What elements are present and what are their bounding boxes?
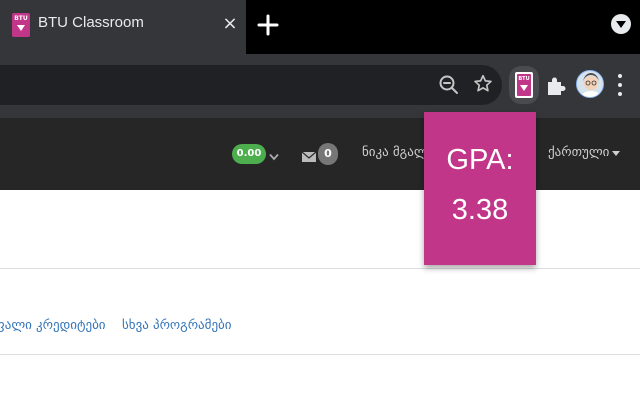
content-divider <box>0 354 640 355</box>
btu-extension-icon[interactable]: BTU <box>509 66 539 104</box>
messages-count-badge[interactable]: 0 <box>318 143 338 165</box>
address-bar[interactable] <box>0 65 502 105</box>
gpa-popup-value: 3.38 <box>451 194 509 226</box>
gpa-badge[interactable]: 0.00 <box>232 144 266 164</box>
browser-toolbar: BTU <box>0 54 640 118</box>
tab-title: BTU Classroom <box>38 14 144 31</box>
tab-search-button[interactable] <box>611 14 631 34</box>
chevron-down-icon <box>616 21 626 28</box>
other-programs-link[interactable]: სხვა პროგრამები <box>122 318 232 333</box>
credits-link[interactable]: ფალი კრედიტები <box>0 318 106 333</box>
browser-tab-strip: BTU BTU Classroom × <box>0 0 640 54</box>
more-menu-icon[interactable] <box>614 72 626 98</box>
envelope-icon[interactable] <box>301 148 317 162</box>
chevron-down-icon[interactable] <box>268 148 280 161</box>
browser-tab[interactable]: BTU BTU Classroom × <box>0 0 246 54</box>
bookmark-star-icon[interactable] <box>472 73 494 95</box>
btu-favicon-icon: BTU <box>12 13 30 37</box>
gpa-popup-label: GPA: <box>446 144 514 176</box>
close-tab-icon[interactable]: × <box>220 12 240 36</box>
gpa-popup: GPA: 3.38 <box>424 112 536 265</box>
language-select[interactable]: ქართული <box>548 145 609 160</box>
site-navbar: 0.00 0 ნიკა მგალო ქართული <box>0 118 640 190</box>
new-tab-button[interactable] <box>254 11 282 39</box>
puzzle-extensions-icon[interactable] <box>544 74 568 98</box>
caret-down-icon[interactable] <box>612 151 620 156</box>
zoom-out-icon[interactable] <box>438 74 460 96</box>
profile-avatar[interactable] <box>576 70 604 98</box>
content-divider <box>0 268 640 269</box>
